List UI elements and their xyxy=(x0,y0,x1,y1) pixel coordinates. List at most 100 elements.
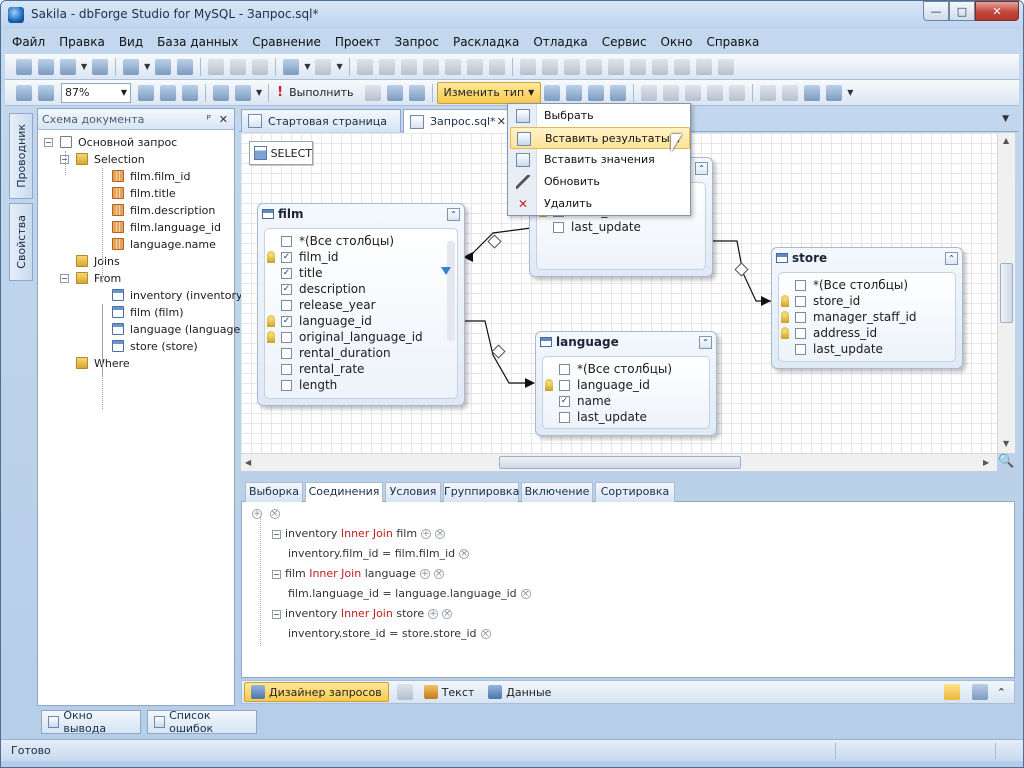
remove-icon[interactable]: × xyxy=(520,589,531,599)
v-spacing-dec-icon[interactable] xyxy=(695,58,712,75)
tree-item[interactable]: Joins xyxy=(38,253,234,270)
tab-having[interactable]: Включение xyxy=(521,482,593,502)
tree-item[interactable]: store (store) xyxy=(38,338,234,355)
join-condition[interactable]: inventory.film_id = film.film_id × xyxy=(288,546,470,562)
menu-item-insert-results[interactable]: Вставить результаты... xyxy=(510,127,690,149)
column-checkbox[interactable] xyxy=(795,328,806,339)
new-query-icon[interactable] xyxy=(38,58,54,75)
collapse-toggle-icon[interactable]: − xyxy=(272,569,281,579)
join-condition[interactable]: film.language_id = language.language_id × xyxy=(288,586,531,602)
filter-icon[interactable] xyxy=(441,267,451,275)
menu-layout[interactable]: Раскладка xyxy=(446,35,526,49)
remove-icon[interactable]: × xyxy=(433,569,444,579)
h-spacing-icon[interactable] xyxy=(585,58,602,75)
magnifier-icon[interactable]: 🔍 xyxy=(998,454,1014,469)
open-icon[interactable] xyxy=(123,58,140,75)
h-spacing-inc-icon[interactable] xyxy=(607,58,624,75)
change-type-button[interactable]: Изменить тип ▼ xyxy=(436,81,542,104)
collapse-toggle-icon[interactable]: − xyxy=(272,609,281,619)
stop-icon[interactable] xyxy=(364,84,381,101)
maximize-button[interactable]: □ xyxy=(949,1,975,21)
zoom-out-icon[interactable] xyxy=(160,84,176,101)
menu-view[interactable]: Вид xyxy=(112,35,150,49)
menu-debug[interactable]: Отладка xyxy=(526,35,594,49)
tree-item[interactable]: − Основной запрос xyxy=(38,134,234,151)
tree-item[interactable]: film.title xyxy=(38,185,234,202)
column-checkbox[interactable] xyxy=(559,380,570,391)
properties-tab[interactable]: Свойства xyxy=(9,203,33,281)
remove-icon[interactable]: × xyxy=(480,629,491,639)
minimize-button[interactable]: — xyxy=(923,1,949,21)
execute-icon[interactable]: ! xyxy=(277,85,283,100)
sql-icon[interactable] xyxy=(16,58,32,75)
new-file-icon[interactable] xyxy=(92,58,109,75)
text-view-button[interactable]: Текст xyxy=(418,682,481,702)
menu-edit[interactable]: Правка xyxy=(52,35,112,49)
align-bottom-icon[interactable] xyxy=(488,58,505,75)
collapse-toggle-icon[interactable]: − xyxy=(272,529,281,539)
tab-sorting[interactable]: Сортировка xyxy=(595,482,675,502)
tree-item[interactable]: film.language_id xyxy=(38,219,234,236)
add-condition-icon[interactable]: + xyxy=(421,529,432,539)
menu-compare[interactable]: Сравнение xyxy=(245,35,328,49)
same-height-icon[interactable] xyxy=(541,58,558,75)
menu-item-delete[interactable]: ✕ Удалить xyxy=(510,193,690,215)
split-icon[interactable] xyxy=(396,684,413,700)
data-view-button[interactable]: Данные xyxy=(482,682,557,702)
tree-item[interactable]: − Selection xyxy=(38,151,234,168)
tab-grouping[interactable]: Группировка xyxy=(443,482,519,502)
tab-close-icon[interactable]: ✕ xyxy=(497,115,506,128)
tree-item[interactable]: film (film) xyxy=(38,304,234,321)
new-document-icon[interactable] xyxy=(60,58,76,75)
column-checkbox[interactable]: ✓ xyxy=(281,284,292,295)
list-alt-icon[interactable] xyxy=(707,84,724,101)
join-icon[interactable] xyxy=(760,84,777,101)
paste-icon[interactable] xyxy=(252,58,269,75)
copy-icon[interactable] xyxy=(230,58,247,75)
align-middle-icon[interactable] xyxy=(466,58,483,75)
bring-front-icon[interactable] xyxy=(717,58,734,75)
sort-asc-icon[interactable] xyxy=(663,84,680,101)
redo-icon[interactable] xyxy=(315,58,332,75)
collapse-icon[interactable]: ⌃ xyxy=(699,335,712,349)
column-checkbox[interactable] xyxy=(795,312,806,323)
list-icon[interactable] xyxy=(641,84,658,101)
grid-icon[interactable] xyxy=(804,84,821,101)
document-icon[interactable] xyxy=(235,84,251,101)
tab-joins[interactable]: Соединения xyxy=(305,482,383,503)
add-group-icon[interactable] xyxy=(588,84,605,101)
menu-window[interactable]: Окно xyxy=(654,35,700,49)
column-checkbox[interactable] xyxy=(281,364,292,375)
tree-item[interactable]: language.name xyxy=(38,236,234,253)
tree-item[interactable]: film.film_id xyxy=(38,168,234,185)
collapse-toggle-icon[interactable]: − xyxy=(60,274,69,283)
refresh-icon[interactable] xyxy=(386,84,403,101)
table-icon[interactable] xyxy=(610,84,627,101)
tab-selection[interactable]: Выборка xyxy=(245,482,303,502)
join-item[interactable]: − film Inner Join language + × xyxy=(272,566,444,582)
close-button[interactable]: ✕ xyxy=(975,1,1019,21)
tab-start-page[interactable]: Стартовая страница xyxy=(241,109,401,132)
column-checkbox[interactable] xyxy=(553,222,564,233)
add-condition-icon[interactable]: + xyxy=(428,609,439,619)
add-table-icon[interactable] xyxy=(213,84,229,101)
remove-icon[interactable]: × xyxy=(435,529,446,539)
select-query-button[interactable]: SELECT xyxy=(249,141,313,165)
collapse-icon[interactable]: ⌃ xyxy=(945,251,958,265)
tab-error-list[interactable]: Список ошибок xyxy=(147,709,257,735)
tree-item[interactable]: − From xyxy=(38,270,234,287)
column-checkbox[interactable] xyxy=(559,412,570,423)
entity-film[interactable]: film ⌃ *(Все столбцы) ✓ film_id ✓ title ✓ descr… xyxy=(257,203,465,406)
validate-icon[interactable] xyxy=(408,84,425,101)
menu-item-insert-values[interactable]: Вставить значения xyxy=(510,149,690,171)
left-join-icon[interactable] xyxy=(782,84,799,101)
sort-desc-icon[interactable] xyxy=(685,84,702,101)
column-checkbox[interactable] xyxy=(795,344,806,355)
column-checkbox[interactable] xyxy=(281,348,292,359)
v-spacing-inc-icon[interactable] xyxy=(673,58,690,75)
save-all-icon[interactable] xyxy=(177,58,194,75)
same-size-icon[interactable] xyxy=(563,58,580,75)
collapse-toggle-icon[interactable]: − xyxy=(44,138,53,147)
zoom-in-icon[interactable] xyxy=(138,84,154,101)
execute-button[interactable]: Выполнить xyxy=(289,86,353,99)
